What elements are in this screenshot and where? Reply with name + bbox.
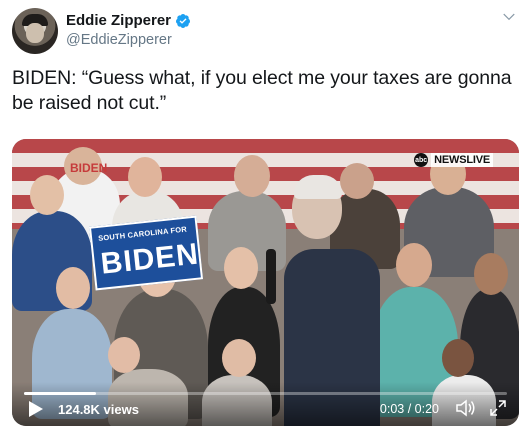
view-count: 124.8K views xyxy=(58,402,139,417)
tweet-text-line-1: BIDEN: “Guess what, if you elect me your… xyxy=(12,67,512,89)
crowd-head xyxy=(442,339,474,377)
tweet-text: BIDEN: “Guess what, if you elect me your… xyxy=(12,66,522,116)
crowd-head xyxy=(128,157,162,197)
crowd-head xyxy=(56,267,90,309)
crowd-head xyxy=(222,339,256,377)
verified-badge-icon xyxy=(176,13,191,28)
author-block: Eddie Zipperer @EddieZipperer xyxy=(66,12,191,48)
expand-icon[interactable] xyxy=(489,399,507,417)
play-icon[interactable] xyxy=(28,400,44,418)
avatar[interactable] xyxy=(12,8,58,54)
microphone xyxy=(266,249,276,304)
campaign-sign: SOUTH CAROLINA FOR BIDEN xyxy=(88,215,204,291)
speaker-hair xyxy=(294,175,342,199)
video-time: 0:03 / 0:20 xyxy=(379,402,439,416)
display-name[interactable]: Eddie Zipperer xyxy=(66,12,171,29)
crowd-head xyxy=(108,337,140,373)
news-live-badge: abc NEWSLIVE xyxy=(414,151,493,169)
crowd-head xyxy=(340,163,374,199)
crowd-head xyxy=(30,175,64,215)
abc-logo-icon: abc xyxy=(414,153,429,167)
avatar-face xyxy=(26,23,44,43)
tweet-header: Eddie Zipperer @EddieZipperer xyxy=(12,8,518,56)
crowd-head xyxy=(396,243,432,287)
video-player[interactable]: BIDEN SOUTH CAROLINA FOR BIDEN abc NEWSL… xyxy=(12,139,519,426)
handle[interactable]: @EddieZipperer xyxy=(66,32,191,48)
crowd-head xyxy=(474,253,508,295)
video-controls: 124.8K views 0:03 / 0:20 xyxy=(12,382,519,426)
progress-bar[interactable] xyxy=(24,392,507,395)
tweet-text-line-2: be raised not cut.” xyxy=(12,92,167,114)
volume-icon[interactable] xyxy=(455,398,477,418)
news-live-label: NEWSLIVE xyxy=(431,153,493,167)
progress-fill xyxy=(24,392,97,395)
shirt-text: BIDEN xyxy=(70,161,108,175)
chevron-down-icon[interactable] xyxy=(502,10,516,24)
crowd-head xyxy=(234,155,270,197)
name-row: Eddie Zipperer xyxy=(66,12,191,29)
crowd-head xyxy=(224,247,258,289)
sign-main-text: BIDEN xyxy=(99,237,201,281)
